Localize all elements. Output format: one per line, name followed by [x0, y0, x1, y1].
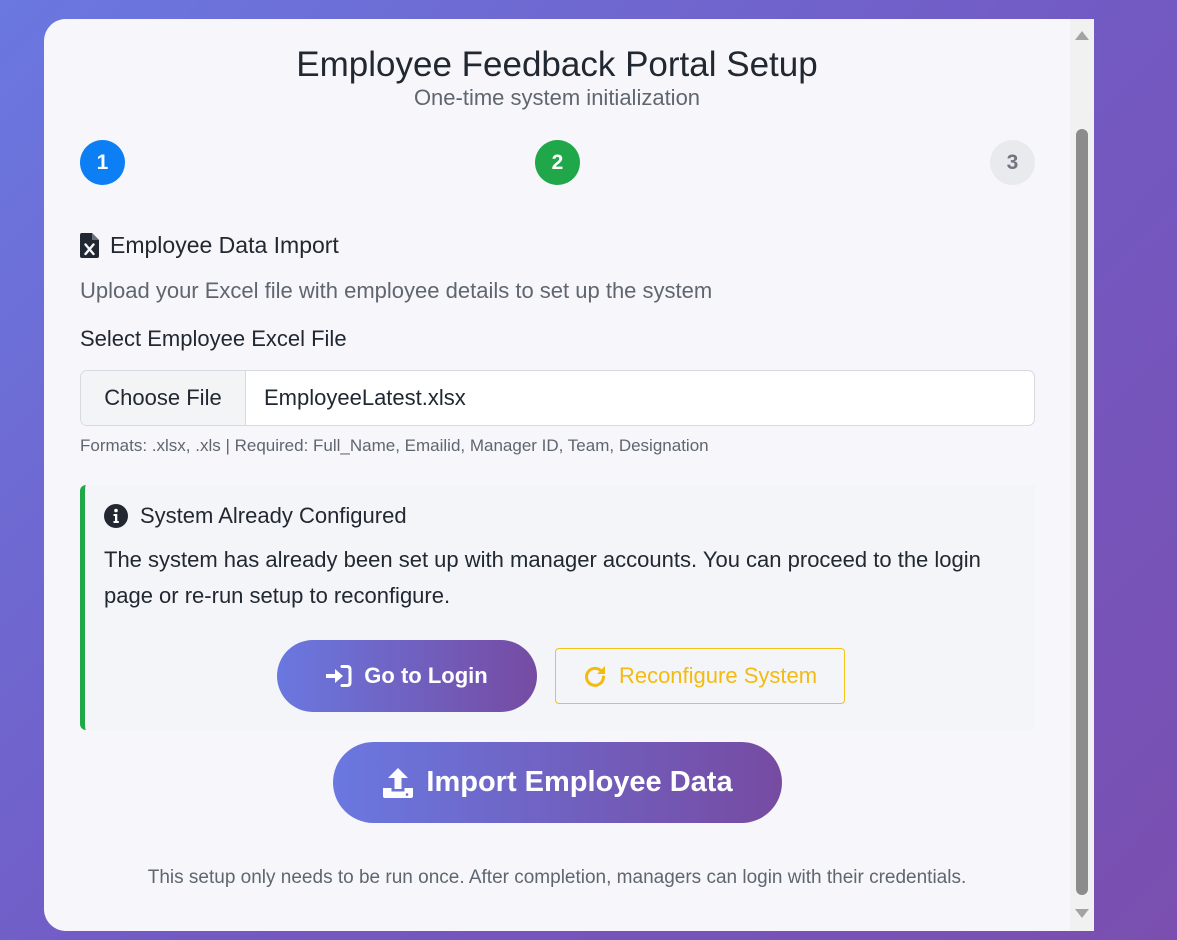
go-to-login-button[interactable]: Go to Login: [277, 640, 537, 712]
file-format-hint: Formats: .xlsx, .xls | Required: Full_Na…: [80, 436, 709, 455]
import-section-heading: Employee Data Import: [80, 232, 339, 259]
page-title: Employee Feedback Portal Setup: [296, 45, 818, 84]
scrollbar-thumb[interactable]: [1076, 129, 1088, 895]
reconfigure-system-label: Reconfigure System: [618, 663, 818, 688]
scroll-up-arrow-icon[interactable]: [1075, 31, 1089, 40]
setup-card-content: Employee Feedback Portal Setup One-time …: [44, 19, 1070, 931]
sign-in-icon: [326, 665, 352, 687]
excel-file-icon: [80, 233, 99, 258]
step-indicator-3: 3: [990, 140, 1035, 185]
setup-card: Employee Feedback Portal Setup One-time …: [44, 19, 1094, 931]
step-indicator-2: 2: [535, 140, 580, 185]
configured-alert: System Already Configured The system has…: [80, 485, 1035, 730]
choose-file-button[interactable]: Choose File: [81, 371, 246, 425]
alert-heading: System Already Configured: [104, 503, 407, 529]
import-employee-data-button[interactable]: Import Employee Data: [333, 742, 782, 823]
import-employee-data-label: Import Employee Data: [426, 766, 733, 798]
page-subtitle: One-time system initialization: [413, 85, 701, 110]
vertical-scrollbar[interactable]: [1070, 19, 1094, 931]
import-section-title: Employee Data Import: [110, 232, 339, 258]
alert-title: System Already Configured: [140, 503, 407, 528]
alert-message: The system has already been set up with …: [104, 547, 981, 608]
import-section-description: Upload your Excel file with employee det…: [80, 278, 713, 303]
excel-file-input[interactable]: Choose File EmployeeLatest.xlsx: [80, 370, 1035, 426]
file-field-label: Select Employee Excel File: [80, 326, 347, 351]
upload-icon: [383, 767, 414, 798]
redo-icon: [584, 666, 605, 687]
info-circle-icon: [104, 504, 128, 528]
go-to-login-label: Go to Login: [364, 663, 488, 688]
reconfigure-system-button[interactable]: Reconfigure System: [555, 648, 845, 704]
scroll-down-arrow-icon[interactable]: [1075, 909, 1089, 918]
selected-file-name: EmployeeLatest.xlsx: [264, 385, 466, 410]
footer-note: This setup only needs to be run once. Af…: [147, 867, 967, 888]
step-indicator-1: 1: [80, 140, 125, 185]
